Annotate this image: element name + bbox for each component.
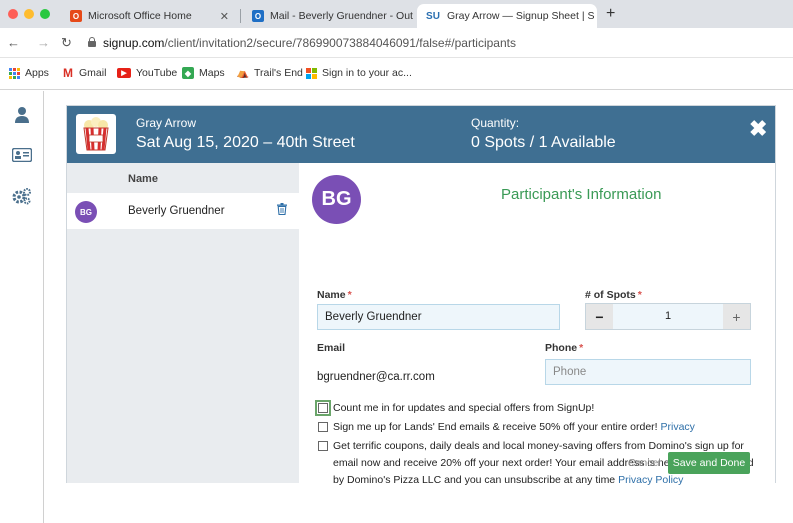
required-marker: * [579, 342, 584, 354]
bookmark-youtube[interactable]: ▶ YouTube [117, 67, 177, 79]
phone-label-text: Phone [545, 342, 578, 354]
maps-icon: ◆ [182, 67, 194, 79]
checkbox-label: Sign me up for Lands' End emails & recei… [333, 421, 661, 433]
participant-modal: Gray Arrow Sat Aug 15, 2020 – 40th Stree… [66, 105, 776, 486]
spots-label: # of Spots * [585, 289, 642, 301]
forward-arrow-icon[interactable]: → [37, 35, 50, 50]
tab-label: Mail - Beverly Gruendner - Out [270, 10, 413, 22]
reload-icon[interactable]: ↻ [61, 35, 72, 51]
email-label: Email [317, 342, 346, 354]
youtube-icon: ▶ [117, 68, 131, 78]
office-icon: O [70, 10, 82, 22]
name-label-text: Name [317, 289, 346, 301]
trails-end-icon: ⛺ [236, 67, 250, 79]
gmail-icon: M [63, 66, 73, 80]
signup-offers-option: Count me in for updates and special offe… [315, 400, 758, 417]
user-icon[interactable] [10, 103, 34, 127]
bookmark-maps[interactable]: ◆ Maps [182, 67, 225, 79]
checkbox-label: Count me in for updates and special offe… [333, 402, 595, 414]
close-window-button[interactable] [8, 9, 18, 19]
email-value: bgruendner@ca.rr.com [317, 371, 435, 383]
lock-icon[interactable] [88, 37, 96, 47]
tab-label: Gray Arrow — Signup Sheet | S [447, 10, 595, 22]
name-field[interactable] [317, 304, 560, 330]
participant-form: BG Participant's Information Name * # of … [299, 163, 775, 486]
browser-tab-bar: O Microsoft Office Home ✕ O Mail - Bever… [0, 0, 793, 28]
event-title: Gray Arrow [136, 116, 197, 130]
left-sidebar [0, 91, 44, 523]
tab-label: Microsoft Office Home [88, 10, 192, 22]
address-bar: ← → ↻ signup.com/client/invitation2/secu… [0, 28, 793, 58]
bookmark-trails-end[interactable]: ⛺ Trail's End [237, 67, 303, 79]
tab-mail[interactable]: O Mail - Beverly Gruendner - Out ✕ [244, 4, 414, 28]
dominos-checkbox[interactable] [318, 441, 328, 451]
bookmark-label: Maps [199, 67, 225, 79]
bookmark-label: Sign in to your ac... [322, 67, 412, 79]
form-title: Participant's Information [501, 186, 662, 203]
participant-row[interactable]: BG Beverly Gruendner [67, 193, 299, 229]
signup-offers-checkbox[interactable] [315, 400, 331, 416]
bookmark-label: YouTube [136, 67, 178, 79]
lands-end-option: Sign me up for Lands' End emails & recei… [318, 419, 758, 436]
close-icon[interactable]: ✖ [749, 118, 767, 140]
phone-label: Phone * [545, 342, 583, 354]
decrement-button[interactable]: − [586, 304, 613, 329]
bookmarks-bar: Apps M Gmail ▶ YouTube ◆ Maps ⛺ Trail's … [0, 58, 793, 90]
tab-signup[interactable]: SU Gray Arrow — Signup Sheet | S ✕ [417, 4, 597, 28]
bookmark-gmail[interactable]: M Gmail [62, 66, 107, 80]
save-and-done-button[interactable]: Save and Done [668, 452, 750, 474]
participants-header: Name [128, 173, 158, 185]
trash-icon[interactable] [277, 203, 287, 216]
cancel-button[interactable]: Cancel [628, 457, 661, 469]
outlook-icon: O [252, 10, 264, 22]
quantity-label: Quantity: [471, 116, 520, 130]
url-path: /client/invitation2/secure/7869900738840… [164, 36, 516, 50]
close-tab-icon[interactable]: ✕ [214, 10, 229, 23]
phone-field[interactable] [545, 359, 751, 385]
required-marker: * [637, 289, 642, 301]
close-tab-icon[interactable]: ✕ [413, 10, 414, 23]
avatar: BG [312, 175, 361, 224]
name-label: Name * [317, 289, 352, 301]
participants-list: Name BG Beverly Gruendner [67, 163, 299, 483]
privacy-link[interactable]: Privacy [660, 421, 694, 433]
url-field[interactable]: signup.com/client/invitation2/secure/786… [103, 36, 516, 50]
bookmark-label: Trail's End [254, 67, 303, 79]
event-date: Sat Aug 15, 2020 – 40th Street [136, 134, 355, 151]
microsoft-icon [305, 67, 317, 79]
url-host: signup.com [103, 36, 165, 50]
tab-separator [240, 9, 241, 23]
minimize-window-button[interactable] [24, 9, 34, 19]
close-tab-icon[interactable]: ✕ [594, 10, 597, 23]
bookmark-apps[interactable]: Apps [8, 67, 49, 79]
popcorn-icon [76, 114, 116, 154]
quantity-value: 0 Spots / 1 Available [471, 134, 616, 151]
bookmark-label: Gmail [79, 67, 107, 79]
required-marker: * [347, 289, 352, 301]
bookmark-sign-in[interactable]: Sign in to your ac... [305, 67, 412, 79]
zoom-window-button[interactable] [40, 9, 50, 19]
tab-microsoft-office[interactable]: O Microsoft Office Home ✕ [62, 4, 237, 28]
participant-name: Beverly Gruendner [128, 205, 225, 217]
avatar: BG [75, 201, 97, 223]
contact-card-icon[interactable] [10, 143, 34, 167]
new-tab-button[interactable]: + [606, 5, 615, 23]
apps-grid-icon [8, 67, 20, 79]
back-arrow-icon[interactable]: ← [7, 35, 20, 50]
privacy-policy-link[interactable]: Privacy Policy [618, 474, 683, 486]
spots-label-text: # of Spots [585, 289, 636, 301]
signup-icon: SU [425, 10, 441, 22]
spots-value[interactable]: 1 [613, 304, 723, 329]
checkbox-label-wrap: Sign me up for Lands' End emails & recei… [333, 419, 695, 436]
increment-button[interactable]: + [723, 304, 750, 329]
settings-gears-icon[interactable] [10, 184, 34, 208]
modal-header: Gray Arrow Sat Aug 15, 2020 – 40th Stree… [67, 106, 775, 163]
spots-stepper: − 1 + [585, 303, 751, 330]
lands-end-checkbox[interactable] [318, 422, 328, 432]
bookmark-label: Apps [25, 67, 49, 79]
